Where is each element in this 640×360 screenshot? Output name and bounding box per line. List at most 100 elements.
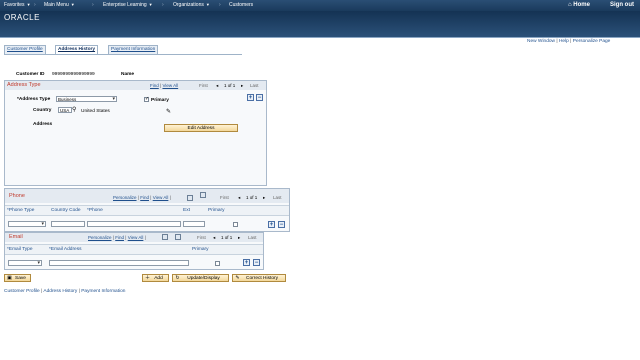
address-next-icon[interactable]: ▸ [241, 83, 243, 89]
address-type-select[interactable]: Business [56, 96, 117, 102]
breadcrumb-enterprise-learning[interactable]: Enterprise Learning ▼ [103, 2, 153, 8]
help-link[interactable]: Help [559, 39, 569, 44]
col-email-primary[interactable]: Primary [192, 247, 209, 252]
nav-separator: › [34, 1, 36, 8]
banner [0, 11, 640, 37]
email-address-input[interactable] [49, 260, 189, 266]
phone-first[interactable]: First [220, 195, 229, 200]
address-type-group: Address Type Find | View All First ◂ 1 o… [4, 80, 267, 186]
email-primary-checkbox[interactable] [215, 261, 220, 266]
save-button[interactable]: ▣ Save [4, 274, 31, 282]
col-phone-type[interactable]: *Phone Type [7, 208, 34, 213]
phone-title: Phone [9, 193, 25, 199]
nav-separator: › [162, 1, 164, 8]
phone-grid-links: Personalize | Find | View All | [113, 195, 171, 200]
country-name: United States [81, 109, 110, 114]
toplinks: New Window | Help | Personalize Page [527, 39, 610, 44]
tab-customer-profile[interactable]: Customer Profile [4, 45, 46, 54]
email-type-select[interactable] [8, 260, 42, 266]
signout-link[interactable]: Sign out [610, 2, 634, 8]
home-icon: ⌂ [568, 1, 572, 8]
view-all-link[interactable]: View All [153, 195, 169, 200]
address-find-link[interactable]: Find | View All [150, 83, 178, 88]
breadcrumb-label: Organizations [173, 2, 204, 8]
address-first[interactable]: First [199, 83, 208, 88]
col-phone[interactable]: *Phone [87, 208, 103, 213]
search-icon[interactable]: ⚲ [72, 106, 76, 113]
update-display-button[interactable]: ↻ Update/Display [172, 274, 229, 282]
email-prev-icon[interactable]: ◂ [213, 235, 215, 241]
country-code-field[interactable]: USA [58, 107, 72, 113]
email-next-icon[interactable]: ▸ [238, 235, 240, 241]
phone-prev-icon[interactable]: ◂ [238, 195, 240, 201]
edit-address-button[interactable]: Edit Address [164, 124, 238, 132]
breadcrumb-label: Enterprise Learning [103, 2, 147, 8]
home-label: Home [573, 1, 590, 8]
view-all-link[interactable]: View All [128, 235, 144, 240]
footer-address-history-link[interactable]: Address History [43, 289, 77, 294]
ext-input[interactable] [183, 221, 205, 227]
footer-payment-information-link[interactable]: Payment Information [81, 289, 125, 294]
correct-history-label: Correct History [246, 276, 278, 281]
grid-icon[interactable] [162, 234, 168, 240]
update-label: Update/Display [187, 276, 220, 281]
name-label: Name [121, 72, 135, 77]
top-navigation-bar: Favorites ▼ › Main Menu ▼ › Enterprise Lea… [0, 0, 640, 11]
address-prev-icon[interactable]: ◂ [216, 83, 218, 89]
find-link[interactable]: Find [140, 195, 149, 200]
country-code-input[interactable] [51, 221, 85, 227]
new-window-link[interactable]: New Window [527, 39, 555, 44]
phone-last[interactable]: Last [273, 195, 282, 200]
find-link[interactable]: Find [115, 235, 124, 240]
delete-phone-row-icon[interactable]: − [278, 221, 285, 228]
download-icon[interactable] [200, 192, 206, 198]
phone-type-select[interactable] [8, 221, 46, 227]
view-all-label: View All [162, 83, 179, 88]
personalize-link[interactable]: Personalize [113, 195, 137, 200]
grid-icon[interactable] [187, 195, 193, 201]
address-label: Address [33, 122, 53, 127]
phone-primary-checkbox[interactable] [233, 222, 238, 227]
home-link[interactable]: ⌂ Home [568, 2, 590, 8]
correct-history-button[interactable]: ✎ Correct History [232, 274, 286, 282]
add-row-icon[interactable]: + [247, 94, 254, 101]
download-icon[interactable] [175, 234, 181, 240]
add-phone-row-icon[interactable]: + [268, 221, 275, 228]
address-last[interactable]: Last [250, 83, 259, 88]
breadcrumb-organizations[interactable]: Organizations ▼ [173, 2, 210, 8]
col-country-code[interactable]: Country Code [51, 208, 81, 213]
phone-next-icon[interactable]: ▸ [263, 195, 265, 201]
chevron-down-icon: ▼ [148, 2, 153, 7]
tab-address-history[interactable]: Address History [55, 45, 99, 54]
footer-customer-profile-link[interactable]: Customer Profile [4, 289, 40, 294]
chevron-down-icon: ▼ [26, 2, 31, 7]
personalize-page-link[interactable]: Personalize Page [573, 39, 611, 44]
delete-row-icon[interactable]: − [256, 94, 263, 101]
email-group: Email Personalize | Find | View All | Fi… [4, 232, 264, 270]
email-last[interactable]: Last [248, 235, 257, 240]
edit-icon[interactable]: ✎ [166, 108, 171, 115]
breadcrumb-customers[interactable]: Customers [229, 2, 253, 8]
add-label: Add [154, 276, 163, 281]
address-type-title: Address Type [7, 82, 41, 88]
main-menu[interactable]: Main Menu ▼ [44, 2, 75, 8]
find-label: Find [150, 83, 159, 88]
personalize-link[interactable]: Personalize [88, 235, 112, 240]
banner-divider [0, 37, 640, 38]
col-ext[interactable]: Ext [183, 208, 190, 213]
col-primary[interactable]: Primary [208, 208, 225, 213]
col-email-address[interactable]: *Email Address [49, 247, 82, 252]
primary-checkbox[interactable]: ✓ [144, 96, 149, 102]
email-first[interactable]: First [197, 235, 206, 240]
col-email-type[interactable]: *Email Type [7, 247, 33, 252]
tab-payment-information[interactable]: Payment Information [108, 45, 159, 54]
add-button[interactable]: ＋ Add [142, 274, 169, 282]
add-email-row-icon[interactable]: + [243, 259, 250, 266]
add-icon: ＋ [145, 275, 151, 281]
delete-email-row-icon[interactable]: − [253, 259, 260, 266]
footer-links: Customer Profile | Address History | Pay… [4, 289, 126, 294]
favorites-menu[interactable]: Favorites ▼ [4, 2, 31, 8]
chevron-down-icon: ▼ [205, 2, 210, 7]
email-count: 1 of 1 [221, 235, 233, 240]
phone-input[interactable] [87, 221, 181, 227]
